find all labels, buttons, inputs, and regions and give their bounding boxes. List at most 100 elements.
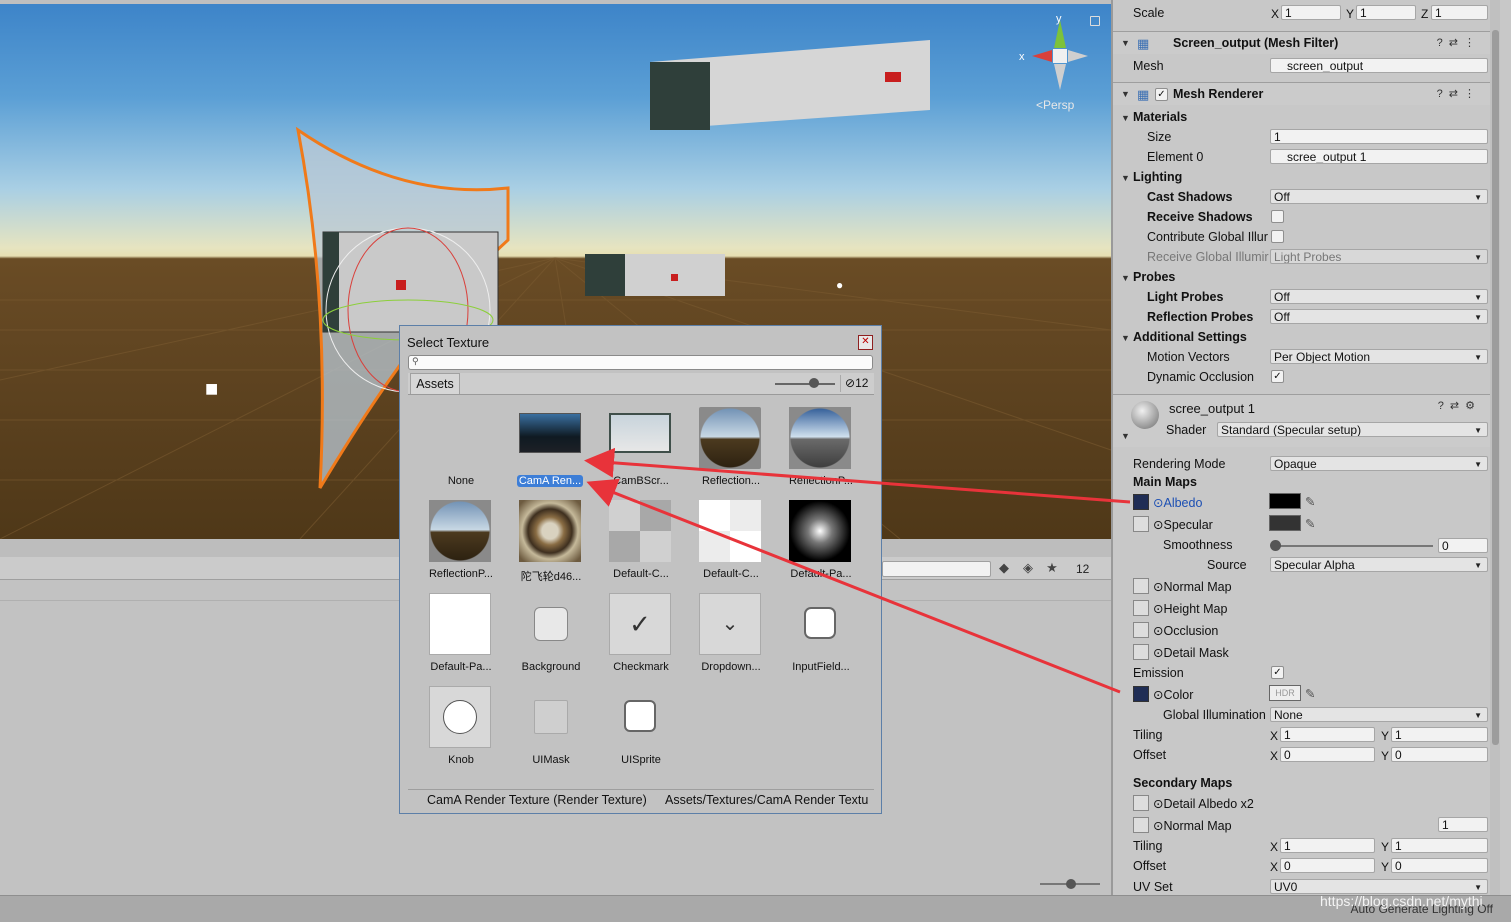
additional-settings-label[interactable]: Additional Settings bbox=[1133, 330, 1247, 344]
lighting-label[interactable]: Lighting bbox=[1133, 170, 1182, 184]
collapse-icon[interactable]: ▼ bbox=[1121, 431, 1130, 441]
collapse-icon[interactable]: ▼ bbox=[1121, 89, 1130, 99]
expand-icon[interactable]: ▼ bbox=[1121, 273, 1130, 283]
albedo-texture-slot[interactable] bbox=[1133, 494, 1149, 510]
smoothness-slider-knob[interactable] bbox=[1270, 540, 1281, 551]
component-menu-icon[interactable]: ?⇄⚙ bbox=[1438, 399, 1481, 412]
offset-y-field[interactable]: 0 bbox=[1391, 747, 1488, 762]
normal-map-slot[interactable] bbox=[1133, 578, 1149, 594]
probes-label[interactable]: Probes bbox=[1133, 270, 1175, 284]
component-menu-icon[interactable]: ?⇄⋮ bbox=[1437, 36, 1481, 49]
expand-icon[interactable]: ▼ bbox=[1121, 333, 1130, 343]
motion-vectors-dropdown[interactable]: Per Object Motion bbox=[1270, 349, 1488, 364]
orientation-gizmo[interactable]: y x bbox=[1019, 13, 1088, 90]
mesh-filter-header[interactable]: ▼ ▦ Screen_output (Mesh Filter) ?⇄⋮ bbox=[1113, 31, 1493, 54]
thumbnail-size-slider-knob[interactable] bbox=[809, 378, 819, 388]
detail-albedo-slot[interactable] bbox=[1133, 795, 1149, 811]
reflection-probes-dropdown[interactable]: Off bbox=[1270, 309, 1488, 324]
expand-icon[interactable]: ▼ bbox=[1121, 113, 1130, 123]
secondary-offset-y-field[interactable]: 0 bbox=[1391, 858, 1488, 873]
emission-color-swatch[interactable]: HDR bbox=[1269, 685, 1301, 701]
inspector-scrollbar-thumb[interactable] bbox=[1492, 30, 1499, 745]
component-menu-icon[interactable]: ?⇄⋮ bbox=[1437, 87, 1481, 100]
texture-item-inputfield[interactable]: InputField... bbox=[777, 583, 865, 673]
height-map-slot[interactable] bbox=[1133, 600, 1149, 616]
project-search-input[interactable] bbox=[882, 561, 991, 577]
texture-item-default-checker-2[interactable]: Default-C... bbox=[687, 490, 775, 580]
materials-label[interactable]: Materials bbox=[1133, 110, 1187, 124]
scale-x-field[interactable]: 1 bbox=[1281, 5, 1341, 20]
mesh-renderer-header[interactable]: ▼ ▦ ✓ Mesh Renderer ?⇄⋮ bbox=[1113, 82, 1493, 105]
mesh-field[interactable]: screen_output bbox=[1270, 58, 1488, 73]
texture-item-uimask[interactable]: UIMask bbox=[507, 676, 595, 766]
rendering-mode-dropdown[interactable]: Opaque bbox=[1270, 456, 1488, 471]
eyedropper-icon[interactable]: ✎ bbox=[1305, 494, 1315, 509]
texture-item-default-checker[interactable]: Default-C... bbox=[597, 490, 685, 580]
secondary-normal-scale-field[interactable]: 1 bbox=[1438, 817, 1488, 832]
light-icon[interactable]: ● bbox=[836, 278, 843, 292]
collapse-icon[interactable]: ▼ bbox=[1121, 38, 1130, 48]
expand-icon[interactable]: ▼ bbox=[1121, 173, 1130, 183]
texture-item-default-particle-2[interactable]: Default-Pa... bbox=[417, 583, 505, 673]
eyedropper-icon[interactable]: ✎ bbox=[1305, 686, 1315, 701]
source-dropdown[interactable]: Specular Alpha bbox=[1270, 557, 1488, 572]
size-field[interactable]: 1 bbox=[1270, 129, 1488, 144]
material-header[interactable]: scree_output 1 Shader Standard (Specular… bbox=[1113, 394, 1493, 447]
emission-checkbox[interactable]: ✓ bbox=[1271, 666, 1284, 679]
lock-icon[interactable] bbox=[1090, 16, 1100, 26]
hidden-count[interactable]: ⊘12 bbox=[840, 375, 877, 392]
secondary-normal-map-slot[interactable] bbox=[1133, 817, 1149, 833]
favorite-icon[interactable]: ★ bbox=[1044, 560, 1060, 576]
scale-z-field[interactable]: 1 bbox=[1431, 5, 1488, 20]
element0-field[interactable]: scree_output 1 bbox=[1270, 149, 1488, 164]
albedo-color-swatch[interactable] bbox=[1269, 493, 1301, 509]
mesh-renderer-enabled-checkbox[interactable]: ✓ bbox=[1155, 88, 1168, 101]
texture-item-uisprite[interactable]: UISprite bbox=[597, 676, 685, 766]
texture-item-reflection-1[interactable]: Reflection... bbox=[687, 397, 775, 487]
texture-item-checkmark[interactable]: ✓ Checkmark bbox=[597, 583, 685, 673]
offset-x-field[interactable]: 0 bbox=[1280, 747, 1375, 762]
tab-assets[interactable]: Assets bbox=[410, 373, 460, 394]
contribute-gi-checkbox[interactable] bbox=[1271, 230, 1284, 243]
dynamic-occlusion-checkbox[interactable]: ✓ bbox=[1271, 370, 1284, 383]
close-icon[interactable]: ✕ bbox=[858, 335, 873, 350]
texture-item-default-particle[interactable]: Default-Pa... bbox=[777, 490, 865, 580]
hidden-count[interactable]: 12 bbox=[1076, 562, 1089, 576]
texture-item-background[interactable]: Background bbox=[507, 583, 595, 673]
texture-item-reflection-2[interactable]: ReflectionP... bbox=[777, 397, 865, 487]
light-probes-dropdown[interactable]: Off bbox=[1270, 289, 1488, 304]
secondary-offset-x-field[interactable]: 0 bbox=[1280, 858, 1375, 873]
secondary-tiling-y-field[interactable]: 1 bbox=[1391, 838, 1488, 853]
detail-mask-slot[interactable] bbox=[1133, 644, 1149, 660]
texture-item-cama[interactable]: CamA Ren... bbox=[507, 397, 595, 487]
projection-label[interactable]: <Persp bbox=[1036, 98, 1074, 112]
uv-set-dropdown[interactable]: UV0 bbox=[1270, 879, 1488, 894]
texture-item-dropdown[interactable]: ⌄ Dropdown... bbox=[687, 583, 775, 673]
label-icon[interactable]: ◈ bbox=[1020, 560, 1036, 576]
occlusion-slot[interactable] bbox=[1133, 622, 1149, 638]
cast-shadows-dropdown[interactable]: Off bbox=[1270, 189, 1488, 204]
specular-color-swatch[interactable] bbox=[1269, 515, 1301, 531]
texture-item-none[interactable]: None bbox=[417, 397, 505, 487]
secondary-tiling-x-field[interactable]: 1 bbox=[1280, 838, 1375, 853]
zoom-slider-knob[interactable] bbox=[1066, 879, 1076, 889]
specular-texture-slot[interactable] bbox=[1133, 516, 1149, 532]
tiling-y-field[interactable]: 1 bbox=[1391, 727, 1488, 742]
texture-search-input[interactable]: ⚲ bbox=[408, 355, 873, 370]
texture-item-tourbillon[interactable]: 陀飞轮d46... bbox=[507, 490, 595, 583]
camera-icon[interactable]: ■ bbox=[205, 376, 218, 401]
filter-type-icon[interactable]: ◆ bbox=[996, 560, 1012, 576]
texture-item-camb[interactable]: CamBScr... bbox=[597, 397, 685, 487]
thumbnail-size-slider[interactable] bbox=[775, 383, 835, 385]
emission-texture-slot[interactable] bbox=[1133, 686, 1149, 702]
texture-item-knob[interactable]: Knob bbox=[417, 676, 505, 766]
receive-shadows-checkbox[interactable] bbox=[1271, 210, 1284, 223]
shader-dropdown[interactable]: Standard (Specular setup) bbox=[1217, 422, 1488, 437]
global-illumination-dropdown[interactable]: None bbox=[1270, 707, 1488, 722]
eyedropper-icon[interactable]: ✎ bbox=[1305, 516, 1315, 531]
smoothness-field[interactable]: 0 bbox=[1438, 538, 1488, 553]
smoothness-slider[interactable] bbox=[1275, 545, 1433, 547]
scale-y-field[interactable]: 1 bbox=[1356, 5, 1416, 20]
texture-item-reflection-3[interactable]: ReflectionP... bbox=[417, 490, 505, 580]
tiling-x-field[interactable]: 1 bbox=[1280, 727, 1375, 742]
